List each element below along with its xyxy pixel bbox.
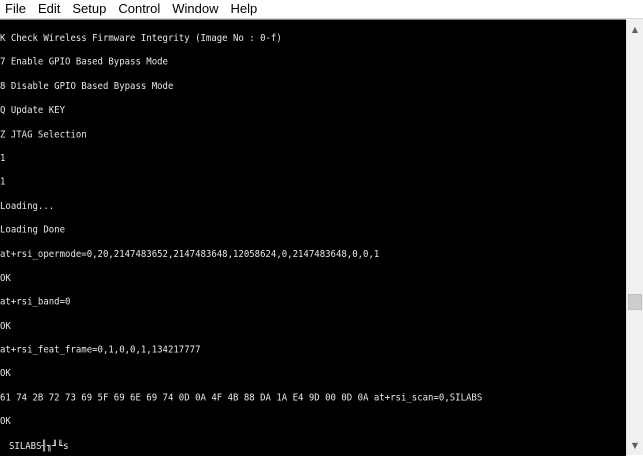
terminal-line: at+rsi_feat_frame=0,1,0,0,1,134217777 (0, 344, 201, 356)
scroll-down-arrow-icon[interactable]: ▼ (627, 437, 643, 453)
terminal-input-line: SILABS╢╖╜╙s (9, 440, 69, 452)
terminal-window[interactable]: K Check Wireless Firmware Integrity (Ima… (0, 19, 626, 456)
scroll-up-arrow-icon[interactable]: ▲ (627, 21, 643, 37)
menu-help[interactable]: Help (225, 0, 264, 18)
menu-edit[interactable]: Edit (32, 0, 66, 18)
terminal-line: 8 Disable GPIO Based Bypass Mode (0, 81, 174, 93)
scroll-thumb[interactable] (628, 294, 642, 311)
vertical-scrollbar[interactable]: ▲ ▼ (626, 19, 643, 455)
terminal-line: Z JTAG Selection (0, 129, 87, 141)
terminal-line: 1 (0, 176, 6, 189)
terminal-line: Q Update KEY (0, 105, 66, 117)
terminal-line: 7 Enable GPIO Based Bypass Mode (0, 57, 168, 69)
menu-control[interactable]: Control (112, 0, 166, 18)
terminal-line: 61 74 2B 72 73 69 5F 69 6E 69 74 0D 0A 4… (0, 392, 483, 404)
menu-setup[interactable]: Setup (66, 0, 112, 18)
menu-file[interactable]: File (0, 0, 32, 18)
terminal-line: K Check Wireless Firmware Integrity (Ima… (0, 33, 282, 45)
terminal-line: OK (0, 272, 11, 285)
menu-bar: File Edit Setup Control Window Help (0, 0, 643, 19)
terminal-line: OK (0, 368, 11, 380)
terminal-line: OK (0, 416, 11, 428)
terminal-line: 1 (0, 153, 6, 165)
terminal-line: Loading... (0, 200, 55, 213)
terminal-output: K Check Wireless Firmware Integrity (Ima… (0, 31, 482, 456)
terminal-line: at+rsi_band=0 (0, 296, 71, 308)
terminal-line: at+rsi_opermode=0,20,2147483652,21474836… (0, 248, 380, 261)
terminal-line: OK (0, 320, 11, 332)
menu-window[interactable]: Window (166, 0, 224, 18)
terminal-line: Loading Done (0, 224, 66, 237)
